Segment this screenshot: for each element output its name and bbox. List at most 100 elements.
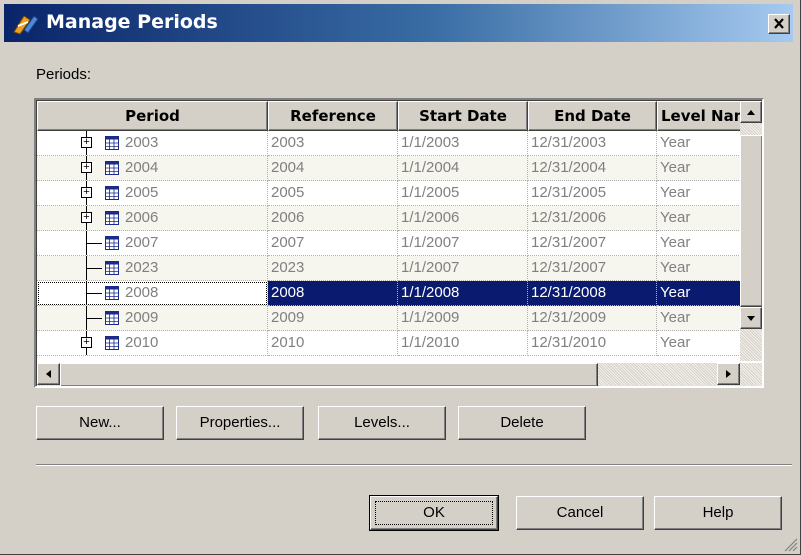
end-date-cell[interactable]: 12/31/2007 [528, 231, 657, 256]
start-date-cell[interactable]: 1/1/2003 [398, 131, 528, 156]
reference-cell[interactable]: 2004 [268, 156, 398, 181]
period-cell[interactable]: 2023 [37, 256, 268, 281]
scroll-up-button[interactable] [740, 101, 762, 123]
start-date-cell[interactable]: 1/1/2009 [398, 306, 528, 331]
period-label: 2008 [125, 284, 159, 301]
column-header-end-date[interactable]: End Date [528, 101, 657, 131]
period-label: 2007 [125, 234, 159, 251]
delete-button[interactable]: Delete [458, 406, 586, 440]
reference-cell[interactable]: 2008 [268, 281, 398, 306]
level-name-cell[interactable]: Year [657, 231, 747, 256]
scroll-left-button[interactable] [37, 363, 60, 385]
horizontal-scrollbar[interactable] [37, 363, 762, 386]
end-date-cell[interactable]: 12/31/2008 [528, 281, 657, 306]
table-row[interactable]: 2023 2023 1/1/2007 12/31/2007 Year [37, 256, 747, 281]
help-button[interactable]: Help [654, 496, 782, 530]
expand-icon[interactable]: + [81, 187, 92, 198]
scroll-down-button[interactable] [740, 307, 762, 329]
expand-icon[interactable]: + [81, 162, 92, 173]
period-cell[interactable]: 2007 [37, 231, 268, 256]
table-row[interactable]: +2003 2003 1/1/2003 12/31/2003 Year [37, 131, 747, 156]
period-cell[interactable]: +2006 [37, 206, 268, 231]
expand-icon[interactable]: + [81, 137, 92, 148]
end-date-cell[interactable]: 12/31/2009 [528, 306, 657, 331]
table-row[interactable]: +2005 2005 1/1/2005 12/31/2005 Year [37, 181, 747, 206]
ok-label: OK [423, 504, 445, 521]
resize-grip-icon[interactable] [780, 534, 798, 552]
period-cell[interactable]: 2009 [37, 306, 268, 331]
column-header-level-name[interactable]: Level Nam [657, 101, 747, 131]
properties-button[interactable]: Properties... [176, 406, 304, 440]
cancel-button[interactable]: Cancel [516, 496, 644, 530]
title-bar[interactable]: Manage Periods [4, 4, 793, 42]
table-row[interactable]: 2009 2009 1/1/2009 12/31/2009 Year [37, 306, 747, 331]
close-button[interactable] [768, 14, 790, 34]
level-name-cell[interactable]: Year [657, 131, 747, 156]
vertical-scroll-thumb[interactable] [740, 135, 762, 307]
period-label: 2003 [125, 134, 159, 151]
level-name-cell[interactable]: Year [657, 156, 747, 181]
end-date-cell[interactable]: 12/31/2005 [528, 181, 657, 206]
level-name-cell[interactable]: Year [657, 206, 747, 231]
level-name-cell[interactable]: Year [657, 256, 747, 281]
period-label: 2010 [125, 334, 159, 351]
window-title: Manage Periods [46, 11, 218, 33]
start-date-cell[interactable]: 1/1/2005 [398, 181, 528, 206]
level-name-cell[interactable]: Year [657, 181, 747, 206]
scroll-right-button[interactable] [717, 363, 740, 385]
end-date-cell[interactable]: 12/31/2004 [528, 156, 657, 181]
app-calendar-icon [13, 15, 39, 35]
table-row[interactable]: 2008 2008 1/1/2008 12/31/2008 Year [37, 281, 747, 306]
period-cell[interactable]: 2008 [37, 281, 268, 306]
levels-button[interactable]: Levels... [318, 406, 446, 440]
table-row[interactable]: +2006 2006 1/1/2006 12/31/2006 Year [37, 206, 747, 231]
reference-cell[interactable]: 2010 [268, 331, 398, 356]
reference-cell[interactable]: 2006 [268, 206, 398, 231]
end-date-cell[interactable]: 12/31/2006 [528, 206, 657, 231]
reference-cell[interactable]: 2009 [268, 306, 398, 331]
column-header-period[interactable]: Period [37, 101, 268, 131]
table-row[interactable]: +2010 2010 1/1/2010 12/31/2010 Year [37, 331, 747, 356]
calendar-grid-icon [105, 236, 119, 250]
level-name-cell[interactable]: Year [657, 306, 747, 331]
level-name-cell[interactable]: Year [657, 281, 747, 306]
level-name-cell[interactable]: Year [657, 331, 747, 356]
start-date-cell[interactable]: 1/1/2006 [398, 206, 528, 231]
table-row[interactable]: +2004 2004 1/1/2004 12/31/2004 Year [37, 156, 747, 181]
period-cell[interactable]: +2003 [37, 131, 268, 156]
horizontal-scroll-thumb[interactable] [60, 363, 598, 386]
ok-button[interactable]: OK [369, 495, 499, 531]
reference-cell[interactable]: 2023 [268, 256, 398, 281]
period-cell[interactable]: +2004 [37, 156, 268, 181]
arrow-down-icon [747, 316, 755, 321]
expand-icon[interactable]: + [81, 212, 92, 223]
calendar-grid-icon [105, 211, 119, 225]
column-header-reference[interactable]: Reference [268, 101, 398, 131]
period-label: 2004 [125, 159, 159, 176]
close-icon [774, 18, 784, 29]
table-row[interactable]: 2007 2007 1/1/2007 12/31/2007 Year [37, 231, 747, 256]
column-header-start-date[interactable]: Start Date [398, 101, 528, 131]
vertical-scrollbar[interactable] [740, 101, 762, 361]
tree-branch [86, 293, 102, 294]
period-cell[interactable]: +2005 [37, 181, 268, 206]
start-date-cell[interactable]: 1/1/2008 [398, 281, 528, 306]
expand-icon[interactable]: + [81, 337, 92, 348]
period-cell[interactable]: +2010 [37, 331, 268, 356]
reference-cell[interactable]: 2007 [268, 231, 398, 256]
new-button[interactable]: New... [36, 406, 164, 440]
arrow-left-icon [46, 370, 51, 378]
end-date-cell[interactable]: 12/31/2003 [528, 131, 657, 156]
period-label: 2006 [125, 209, 159, 226]
reference-cell[interactable]: 2005 [268, 181, 398, 206]
start-date-cell[interactable]: 1/1/2010 [398, 331, 528, 356]
start-date-cell[interactable]: 1/1/2004 [398, 156, 528, 181]
end-date-cell[interactable]: 12/31/2010 [528, 331, 657, 356]
calendar-grid-icon [105, 336, 119, 350]
tree-branch [86, 268, 102, 269]
reference-cell[interactable]: 2003 [268, 131, 398, 156]
start-date-cell[interactable]: 1/1/2007 [398, 231, 528, 256]
periods-grid[interactable]: Period Reference Start Date End Date Lev… [34, 98, 764, 388]
end-date-cell[interactable]: 12/31/2007 [528, 256, 657, 281]
start-date-cell[interactable]: 1/1/2007 [398, 256, 528, 281]
